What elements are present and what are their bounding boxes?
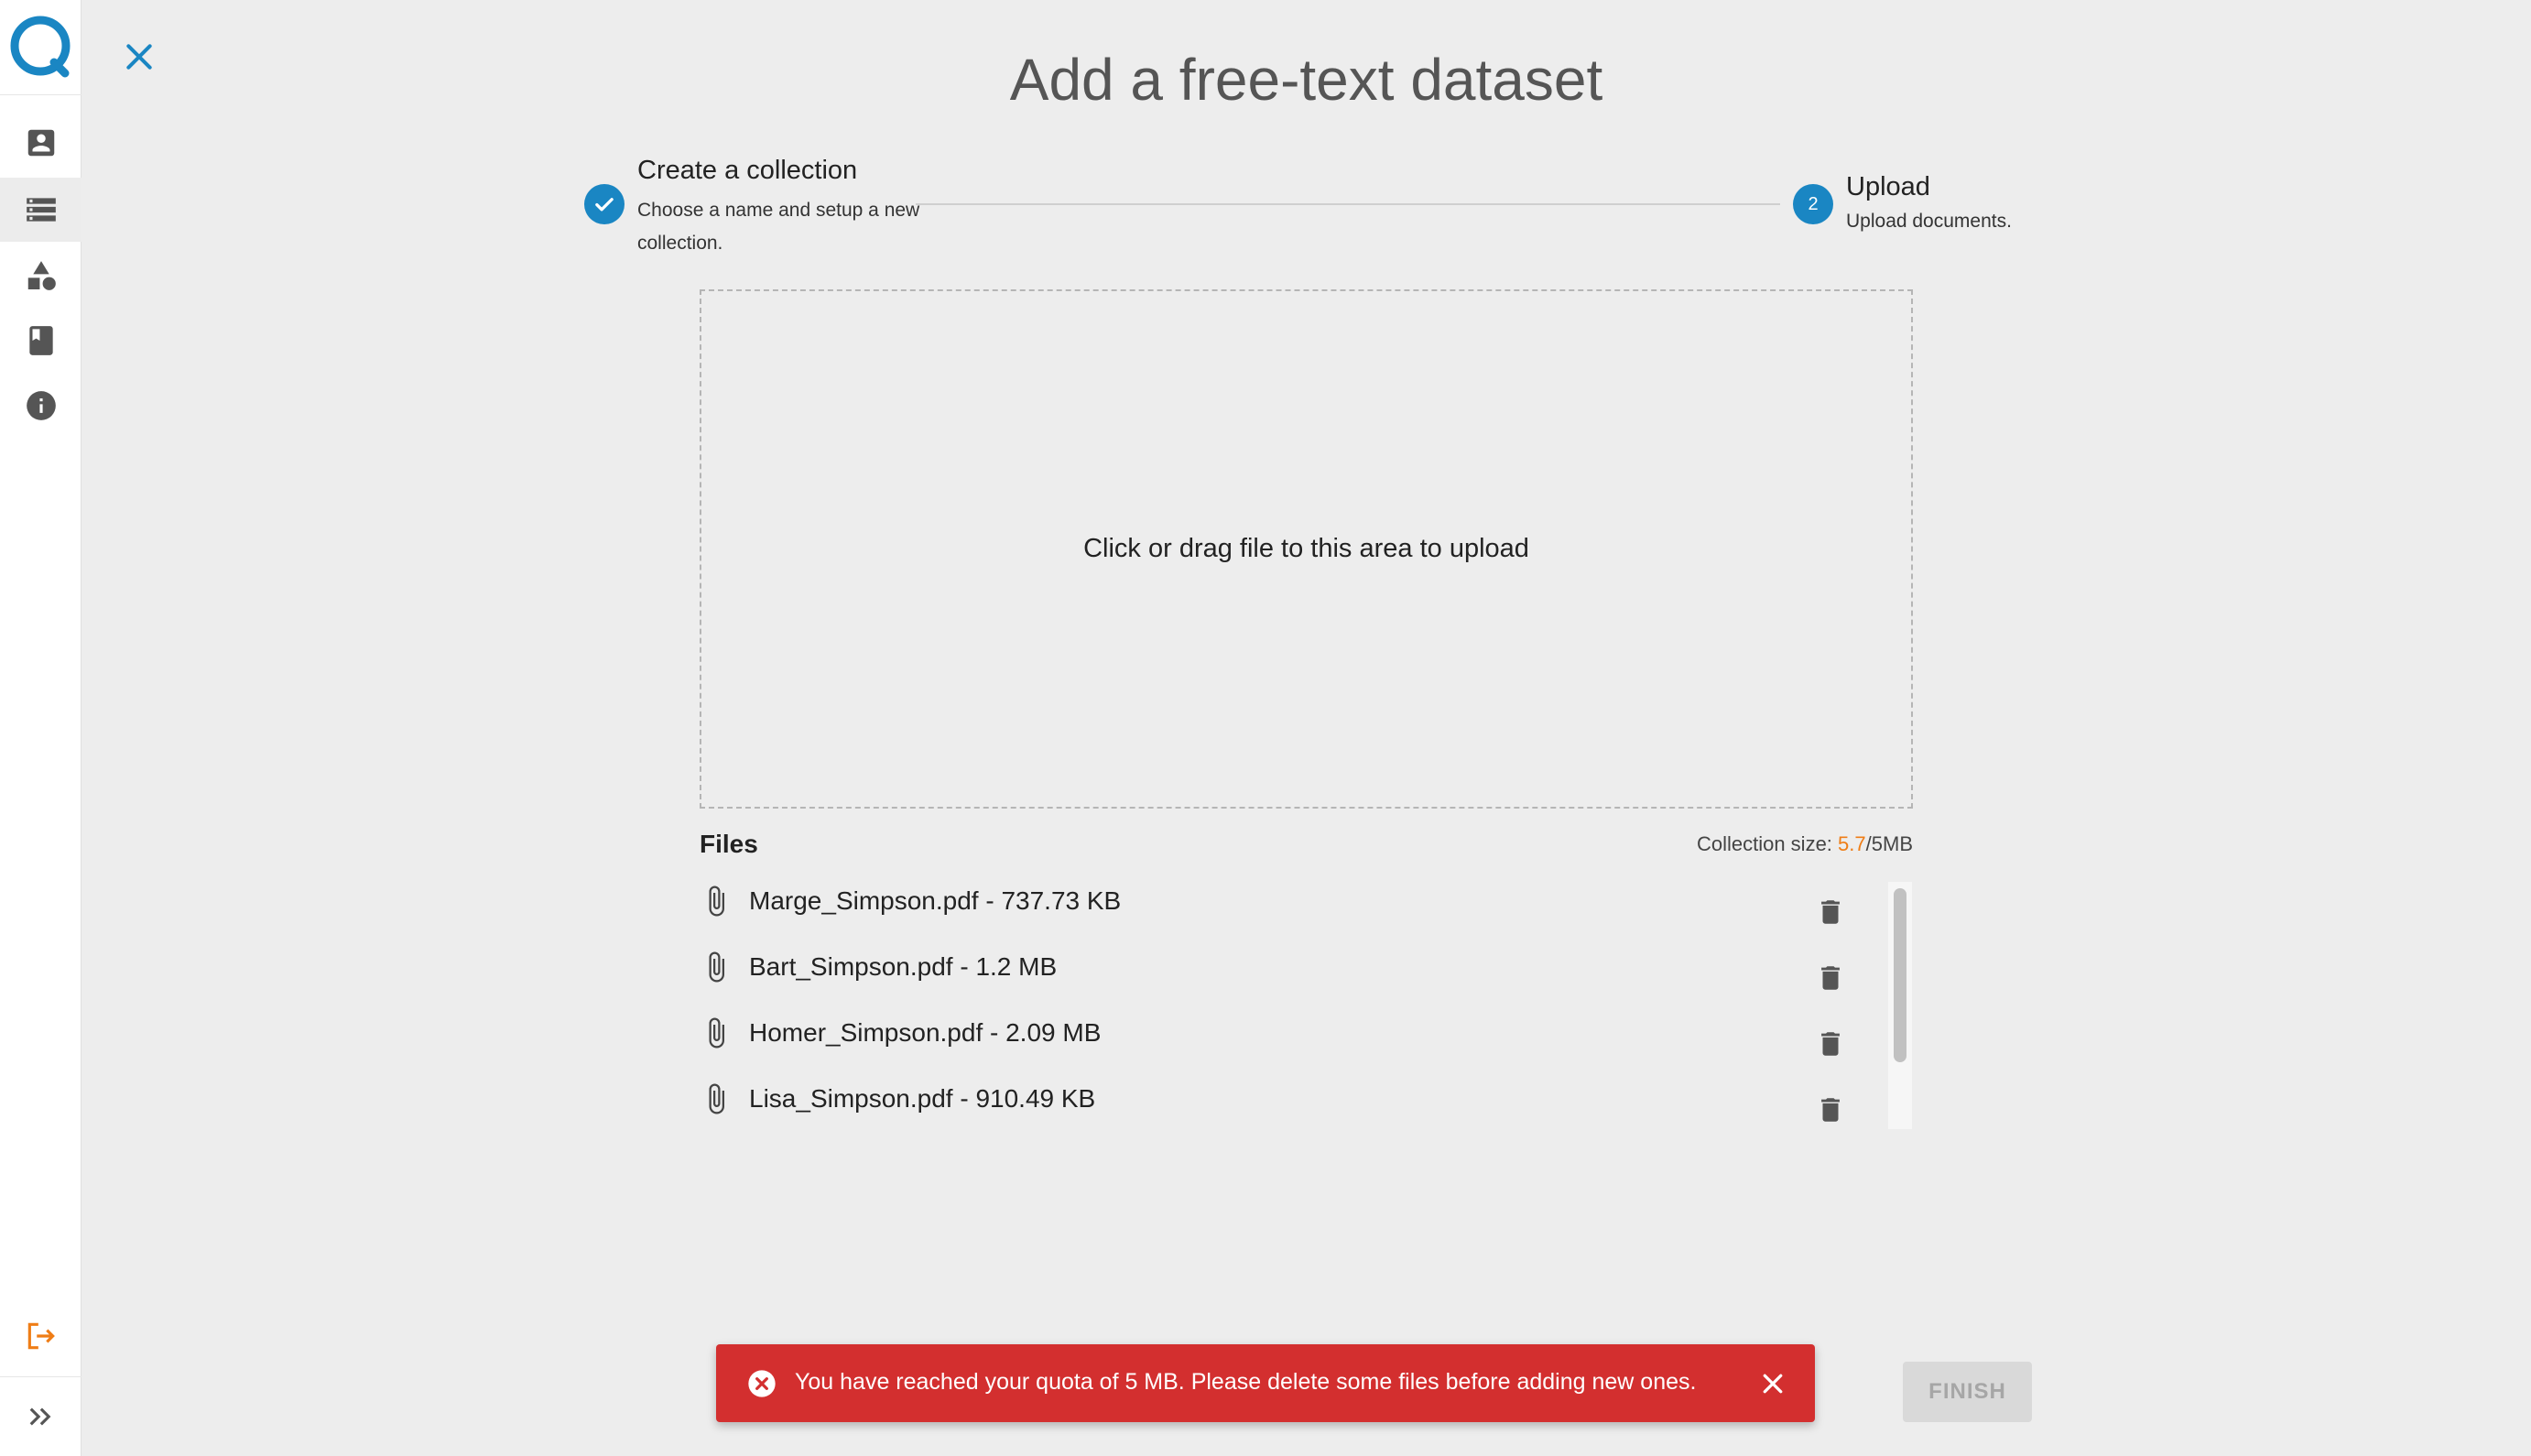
file-list-item: Marge_Simpson.pdf - 737.73 KB <box>700 881 1881 936</box>
stepper-connector <box>916 203 1780 205</box>
expand-sidebar-button[interactable] <box>0 1385 81 1449</box>
file-name: Lisa_Simpson.pdf - 910.49 KB <box>749 1084 1096 1113</box>
file-name: Homer_Simpson.pdf - 2.09 MB <box>749 1018 1102 1047</box>
app-logo-icon[interactable] <box>8 15 72 79</box>
file-name: Bart_Simpson.pdf - 1.2 MB <box>749 952 1058 981</box>
step1-check-icon <box>584 184 625 224</box>
step2-number-badge: 2 <box>1793 184 1833 224</box>
sidebar-item-datasets[interactable] <box>0 178 81 242</box>
finish-button[interactable]: FINISH <box>1903 1362 2032 1422</box>
paperclip-icon <box>709 886 724 917</box>
sidebar-item-docs[interactable] <box>0 309 81 373</box>
collection-size-used: 5.7 <box>1838 832 1866 855</box>
file-list-item: Homer_Simpson.pdf - 2.09 MB <box>700 1013 1881 1068</box>
file-list-item: Lisa_Simpson.pdf - 910.49 KB <box>700 1079 1881 1134</box>
step1-description: Choose a name and setup a new collection… <box>637 200 920 254</box>
delete-file-button[interactable] <box>1815 1092 1846 1128</box>
step1-title: Create a collection <box>637 156 858 185</box>
step2-title: Upload <box>1846 172 1930 201</box>
paperclip-icon <box>709 1017 724 1049</box>
delete-file-button[interactable] <box>1815 1026 1846 1062</box>
account-box-icon <box>27 129 54 157</box>
files-heading: Files <box>700 830 758 858</box>
storage-icon <box>26 198 56 222</box>
collection-size-label: Collection size: <box>1696 832 1839 855</box>
file-upload-dropzone[interactable]: Click or drag file to this area to uploa… <box>700 289 1913 809</box>
delete-file-button[interactable] <box>1815 960 1846 996</box>
snackbar-message: You have reached your quota of 5 MB. Ple… <box>795 1369 1697 1395</box>
file-list-scrollbar-thumb[interactable] <box>1894 888 1906 1062</box>
collection-size-limit: /5MB <box>1865 832 1913 855</box>
error-icon <box>748 1370 776 1397</box>
sidebar-item-models[interactable] <box>0 244 81 308</box>
paperclip-icon <box>709 1083 724 1114</box>
close-snackbar-button[interactable] <box>1759 1370 1787 1397</box>
double-chevron-right-icon <box>29 1407 50 1426</box>
sidebar-bottom-divider <box>0 1376 81 1377</box>
sidebar <box>0 0 81 1456</box>
dropzone-text: Click or drag file to this area to uploa… <box>1083 534 1529 563</box>
book-icon <box>28 326 53 355</box>
delete-file-button[interactable] <box>1815 894 1846 930</box>
sidebar-item-info[interactable] <box>0 374 81 438</box>
paperclip-icon <box>709 951 724 983</box>
file-list-item: Bart_Simpson.pdf - 1.2 MB <box>700 947 1881 1002</box>
shapes-icon <box>27 261 56 290</box>
page-title: Add a free-text dataset <box>1009 47 1603 113</box>
error-snackbar: You have reached your quota of 5 MB. Ple… <box>716 1344 1815 1422</box>
collection-size: Collection size: 5.7/5MB <box>1697 832 1913 856</box>
logout-icon <box>27 1322 55 1350</box>
sidebar-item-account[interactable] <box>0 111 81 175</box>
logout-button[interactable] <box>0 1304 81 1368</box>
step2-description: Upload documents. <box>1846 211 2012 232</box>
info-icon <box>26 391 56 420</box>
file-name: Marge_Simpson.pdf - 737.73 KB <box>749 886 1122 915</box>
logo-divider <box>0 94 81 95</box>
